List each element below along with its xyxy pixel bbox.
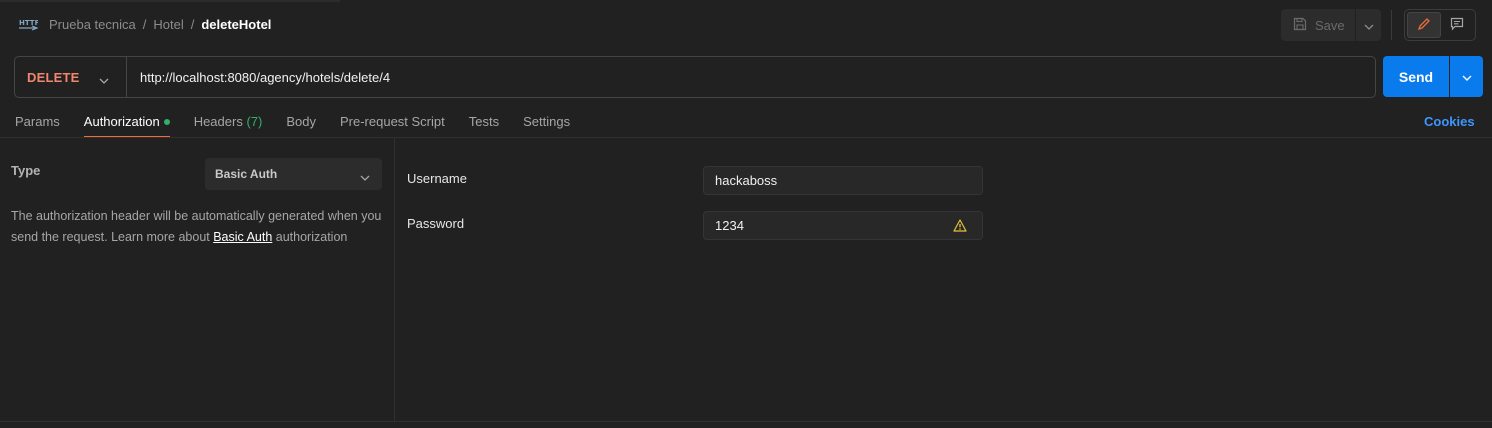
- tab-tests[interactable]: Tests: [469, 106, 499, 137]
- username-label: Username: [407, 171, 467, 186]
- auth-description-suffix: authorization: [272, 230, 348, 244]
- tab-headers[interactable]: Headers (7): [194, 106, 263, 137]
- auth-description: The authorization header will be automat…: [11, 206, 391, 248]
- chevron-down-icon: [1364, 18, 1374, 33]
- save-button[interactable]: Save: [1281, 9, 1355, 41]
- cookies-link[interactable]: Cookies: [1424, 114, 1475, 129]
- comments-button[interactable]: [1441, 12, 1473, 38]
- warning-triangle-icon[interactable]: [953, 219, 967, 235]
- tab-label: Headers: [193, 114, 243, 129]
- send-options-button[interactable]: [1450, 56, 1483, 97]
- username-field[interactable]: [703, 166, 983, 195]
- breadcrumb-separator: /: [142, 17, 147, 32]
- comment-icon: [1450, 17, 1464, 34]
- method-label: DELETE: [27, 69, 80, 85]
- pane-divider: [394, 138, 395, 422]
- tab-label: Authorization: [83, 114, 160, 129]
- edit-mode-button[interactable]: [1407, 12, 1441, 38]
- request-tabs: Params Authorization Headers (7) Body Pr…: [15, 106, 594, 138]
- top-bar: HTTP Prueba tecnica / Hotel / deleteHote…: [0, 0, 1492, 48]
- floppy-disk-icon: [1293, 17, 1315, 34]
- request-name[interactable]: deleteHotel: [201, 17, 271, 32]
- breadcrumb-separator: /: [190, 17, 195, 32]
- auth-type-label: Type: [11, 163, 41, 178]
- save-options-button[interactable]: [1356, 9, 1381, 41]
- send-button[interactable]: Send: [1383, 56, 1449, 97]
- chevron-down-icon: [99, 72, 109, 87]
- password-field[interactable]: [703, 211, 983, 240]
- auth-type-select[interactable]: Basic Auth: [205, 158, 382, 190]
- method-select[interactable]: DELETE: [15, 57, 126, 97]
- pencil-icon: [1417, 17, 1431, 34]
- tab-label: Params: [15, 114, 60, 129]
- url-input[interactable]: [127, 57, 1375, 97]
- http-request-icon: HTTP: [18, 16, 40, 33]
- tab-label: Body: [286, 114, 316, 129]
- breadcrumb-collection[interactable]: Prueba tecnica: [49, 17, 136, 32]
- active-indicator-dot: [163, 118, 170, 125]
- top-edge: [0, 0, 340, 2]
- save-button-group: Save: [1281, 9, 1381, 41]
- view-mode-toggle: [1404, 9, 1476, 41]
- breadcrumb: Prueba tecnica / Hotel / deleteHotel: [49, 17, 271, 32]
- auth-type-value: Basic Auth: [215, 167, 278, 181]
- save-label: Save: [1315, 17, 1345, 33]
- tab-params[interactable]: Params: [15, 106, 60, 137]
- tab-label: Tests: [468, 114, 500, 129]
- bottom-divider: [0, 421, 1492, 422]
- chevron-down-icon: [1462, 69, 1472, 84]
- headers-count: (7): [246, 114, 263, 129]
- tab-body[interactable]: Body: [286, 106, 316, 137]
- request-url-bar: DELETE: [14, 56, 1376, 98]
- tab-label: Settings: [523, 114, 571, 129]
- toolbar-divider: [1391, 10, 1392, 40]
- tab-pre-request-script[interactable]: Pre-request Script: [340, 106, 445, 137]
- basic-auth-link[interactable]: Basic Auth: [213, 230, 272, 244]
- chevron-down-icon: [360, 170, 370, 184]
- password-label: Password: [407, 216, 465, 231]
- svg-text:HTTP: HTTP: [19, 19, 38, 27]
- breadcrumb-folder[interactable]: Hotel: [153, 17, 183, 32]
- tab-authorization[interactable]: Authorization: [83, 106, 170, 138]
- tab-settings[interactable]: Settings: [523, 106, 570, 137]
- tab-label: Pre-request Script: [339, 114, 445, 129]
- send-button-group: Send: [1383, 56, 1483, 97]
- auth-type-pane: Type Basic Auth The authorization header…: [0, 138, 394, 422]
